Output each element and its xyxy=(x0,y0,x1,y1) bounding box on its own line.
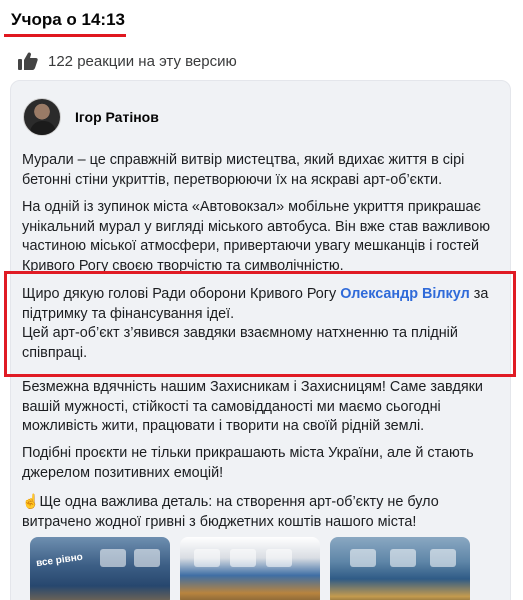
timestamp-underline xyxy=(4,34,126,37)
post-paragraph-4: Безмежна вдячність нашим Захисникам і За… xyxy=(22,379,483,434)
photo-gallery: все рівно xyxy=(30,537,470,600)
bus-window xyxy=(134,549,160,567)
bus-window xyxy=(100,549,126,567)
bus-window xyxy=(350,549,376,567)
post-paragraph-5: Подібні проєкти не тільки прикрашають мі… xyxy=(22,445,474,481)
mural-photo-3[interactable] xyxy=(330,537,470,600)
photo-caption: все рівно xyxy=(35,551,84,570)
post-paragraph-6: ☝Ще одна важлива деталь: на створення ар… xyxy=(22,492,506,532)
reactions-row[interactable]: 122 реакции на эту версию xyxy=(18,52,237,70)
reactions-count: 122 реакции на эту версию xyxy=(48,52,237,70)
post-author[interactable]: Ігор Ратінов xyxy=(23,98,159,136)
bus-window xyxy=(390,549,416,567)
post-paragraph-2: На одній із зупинок міста «Автовокзал» м… xyxy=(22,199,491,274)
avatar[interactable] xyxy=(23,98,61,136)
bus-window xyxy=(194,549,220,567)
budget-text: Ще одна важлива деталь: на створення арт… xyxy=(22,494,439,530)
post-paragraph-1: Мурали – це справжній витвір мистецтва, … xyxy=(22,152,465,188)
bus-window xyxy=(266,549,292,567)
pointing-up-icon: ☝ xyxy=(22,493,40,509)
bus-window xyxy=(430,549,456,567)
post-timestamp[interactable]: Учора о 14:13 xyxy=(11,10,125,30)
mural-photo-1[interactable]: все рівно xyxy=(30,537,170,600)
author-name[interactable]: Ігор Ратінов xyxy=(75,109,159,125)
bus-window xyxy=(230,549,256,567)
thumbs-up-icon xyxy=(18,52,38,70)
highlight-annotation xyxy=(4,271,516,377)
mural-photo-2[interactable] xyxy=(180,537,320,600)
